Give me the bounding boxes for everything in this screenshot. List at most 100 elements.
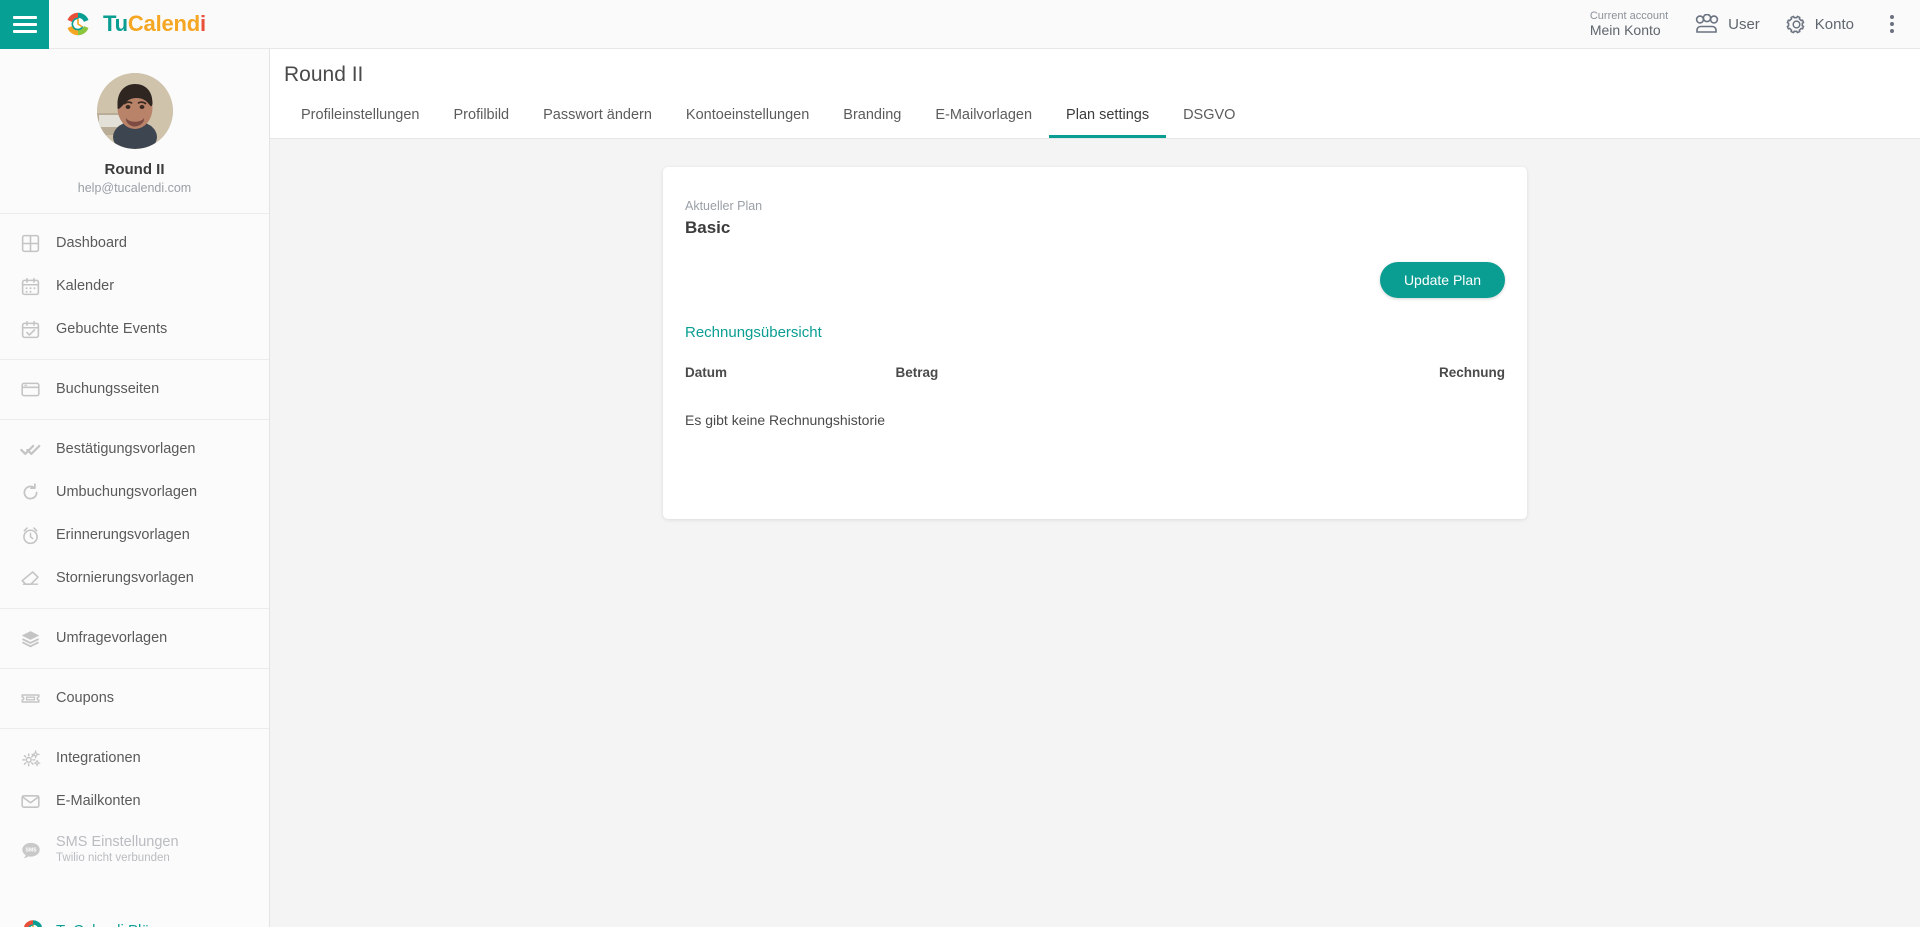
sidebar-group-coupons: Coupons (0, 668, 269, 728)
sidebar-item-integrationen[interactable]: Integrationen (0, 737, 269, 780)
page-header: Round II Profileinstellungen Profilbild … (270, 49, 1920, 139)
tab-branding[interactable]: Branding (826, 99, 918, 138)
users-icon (1695, 14, 1719, 33)
profile-email: help@tucalendi.com (77, 181, 192, 195)
sidebar-group-surveys: Umfragevorlagen (0, 608, 269, 668)
current-plan-label: Aktueller Plan (685, 199, 763, 213)
tab-kontoeinstellungen[interactable]: Kontoeinstellungen (669, 99, 826, 138)
tab-plan-settings[interactable]: Plan settings (1049, 99, 1167, 138)
invoices-col-datum: Datum (685, 365, 728, 380)
hamburger-bar-2 (12, 22, 37, 26)
invoices-empty-row: Es gibt keine Rechnungshistorie (685, 390, 1505, 428)
calendar-check-icon (20, 319, 56, 340)
sidebar-label-coupons: Coupons (56, 689, 115, 706)
eraser-icon (20, 568, 56, 589)
tab-profilbild[interactable]: Profilbild (437, 99, 527, 138)
invoices-col-rechnung: Rechnung (1439, 365, 1505, 380)
user-avatar-photo (96, 73, 173, 149)
refresh-arrow-icon (20, 482, 56, 503)
ticket-icon (20, 688, 56, 709)
current-account-value: Mein Konto (1589, 22, 1661, 39)
invoices-col-betrag: Betrag (895, 365, 939, 380)
main-content: Round II Profileinstellungen Profilbild … (270, 49, 1920, 927)
invoices-table: Datum Betrag Rechnung Es gibt keine Rech… (685, 361, 1505, 428)
sidebar-item-umfragevorlagen[interactable]: Umfragevorlagen (0, 617, 269, 660)
gears-icon (20, 748, 56, 770)
sidebar-label-umfragevorlagen: Umfragevorlagen (56, 629, 168, 646)
page-title: Round II (284, 63, 364, 86)
sidebar-item-bestaetigungsvorlagen[interactable]: Bestätigungsvorlagen (0, 428, 269, 471)
sidebar-label-gebuchte-events: Gebuchte Events (56, 320, 168, 337)
invoices-empty-message: Es gibt keine Rechnungshistorie (685, 412, 886, 428)
tab-profileinstellungen[interactable]: Profileinstellungen (284, 99, 437, 138)
sidebar-label-bestaetigungsvorlagen: Bestätigungsvorlagen (56, 440, 196, 457)
sidebar-label-sms-sub: Twilio nicht verbunden (56, 852, 170, 865)
invoices-table-head: Datum Betrag Rechnung (685, 361, 1505, 390)
sidebar-item-umbuchungsvorlagen[interactable]: Umbuchungsvorlagen (0, 471, 269, 514)
sidebar-item-gebuchte-events[interactable]: Gebuchte Events (0, 308, 269, 351)
kebab-menu-icon[interactable] (1880, 9, 1904, 39)
sidebar-label-sms-einstellungen: SMS Einstellungen Twilio nicht verbunden (56, 834, 179, 866)
invoices-table-body: Es gibt keine Rechnungshistorie (685, 390, 1505, 428)
double-check-icon (20, 439, 56, 460)
envelope-icon (20, 791, 56, 812)
sidebar-label-dashboard: Dashboard (56, 234, 127, 251)
sidebar-group-templates: Bestätigungsvorlagen Umbuchungsvorlagen … (0, 419, 269, 608)
layers-icon (20, 628, 56, 649)
hamburger-icon[interactable] (0, 0, 49, 49)
sidebar-label-buchungsseiten: Buchungsseiten (56, 380, 160, 397)
brand-calend: Calend (127, 11, 201, 36)
plan-actions: Update Plan (685, 262, 1505, 298)
sms-bubble-icon: SMS (20, 839, 56, 861)
brand-tu: Tu (103, 11, 128, 36)
brand-i: i (200, 11, 206, 36)
invoices-overview-link[interactable]: Rechnungsübersicht (685, 324, 1505, 341)
brand-text: TuCalendi (103, 11, 206, 37)
sidebar-label-umbuchungsvorlagen: Umbuchungsvorlagen (56, 483, 198, 500)
sidebar-item-coupons[interactable]: Coupons (0, 677, 269, 720)
avatar[interactable] (96, 73, 173, 149)
svg-text:SMS: SMS (25, 847, 37, 853)
account-settings-label: Konto (1814, 15, 1854, 33)
settings-tabs: Profileinstellungen Profilbild Passwort … (284, 99, 1920, 138)
tab-dsgvo[interactable]: DSGVO (1166, 99, 1252, 138)
gear-icon (1786, 15, 1805, 33)
kebab-dot-1 (1890, 15, 1894, 19)
current-account-selector[interactable]: Current account Mein Konto (1590, 10, 1668, 39)
users-menu-label: User (1728, 15, 1760, 33)
invoices-header-row: Datum Betrag Rechnung (685, 361, 1505, 390)
sidebar-profile: Round II help@tucalendi.com (0, 49, 269, 213)
hamburger-bar-1 (12, 15, 37, 19)
sidebar-item-kalender[interactable]: Kalender (0, 265, 269, 308)
tab-passwort-aendern[interactable]: Passwort ändern (526, 99, 669, 138)
current-account-label: Current account (1589, 9, 1669, 22)
update-plan-button[interactable]: Update Plan (1379, 262, 1505, 298)
tucalendi-logo-icon (67, 12, 89, 36)
sidebar-group-integrations: Integrationen E-Mailkonten SMS SMS Einst… (0, 728, 269, 885)
sidebar-item-stornierungsvorlagen[interactable]: Stornierungsvorlagen (0, 557, 269, 600)
account-settings-menu[interactable]: Konto (1786, 14, 1854, 35)
sidebar-item-emailkonten[interactable]: E-Mailkonten (0, 780, 269, 823)
sidebar: Round II help@tucalendi.com Dashboard Ka… (0, 49, 270, 927)
current-plan-value: Basic (685, 218, 731, 237)
alarm-clock-icon (20, 525, 56, 546)
top-bar: TuCalendi Current account Mein Konto Use… (0, 0, 1920, 49)
sidebar-label-stornierungsvorlagen: Stornierungsvorlagen (56, 569, 194, 586)
sidebar-label-emailkonten: E-Mailkonten (56, 792, 141, 809)
sidebar-item-dashboard[interactable]: Dashboard (0, 222, 269, 265)
sidebar-label-integrationen: Integrationen (56, 749, 141, 766)
sidebar-item-buchungsseiten[interactable]: Buchungsseiten (0, 368, 269, 411)
sidebar-label-tucalendi-plaene: TuCalendi Pläne (56, 922, 166, 927)
sidebar-group-booking: Buchungsseiten (0, 359, 269, 419)
tucalendi-logo-icon (20, 917, 56, 927)
sidebar-item-erinnerungsvorlagen[interactable]: Erinnerungsvorlagen (0, 514, 269, 557)
sidebar-item-sms-einstellungen[interactable]: SMS SMS Einstellungen Twilio nicht verbu… (0, 823, 269, 877)
sidebar-item-tucalendi-plaene[interactable]: TuCalendi Pläne (0, 905, 269, 927)
tab-emailvorlagen[interactable]: E-Mailvorlagen (918, 99, 1049, 138)
top-bar-actions: Current account Mein Konto User Konto (1590, 9, 1920, 39)
brand-logo[interactable]: TuCalendi (63, 9, 206, 39)
plan-settings-card: Aktueller Plan Basic Update Plan Rechnun… (663, 167, 1527, 519)
kebab-dot-3 (1890, 29, 1894, 33)
users-menu[interactable]: User (1694, 14, 1760, 34)
calendar-icon (20, 276, 56, 297)
